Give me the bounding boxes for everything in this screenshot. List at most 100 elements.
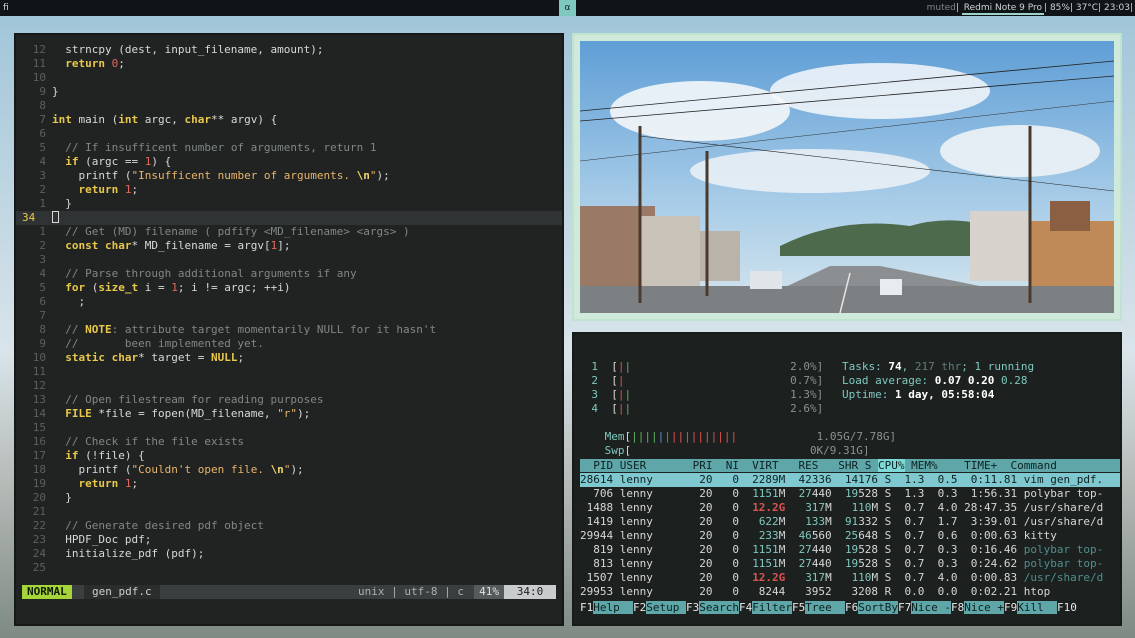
process-row[interactable]: 819 lenny 20 0 1151M 27440 19528 S 0.7 0… (580, 543, 1120, 557)
code-line[interactable]: 5 for (size_t i = 1; i != argc; ++i) (16, 281, 562, 295)
code-text[interactable] (52, 211, 59, 225)
fkey-label[interactable]: Kill (1017, 601, 1057, 614)
code-line[interactable]: 7 (16, 309, 562, 323)
workspace-label[interactable]: fi (3, 0, 9, 16)
code-line[interactable]: 1 } (16, 197, 562, 211)
code-text[interactable]: // been implemented yet. (52, 337, 264, 351)
code-line[interactable]: 3 printf ("Insufficent number of argumen… (16, 169, 562, 183)
code-text[interactable]: printf ("Insufficent number of arguments… (52, 169, 389, 183)
code-line[interactable]: 17 if (!file) { (16, 449, 562, 463)
code-line[interactable]: 1 // Get (MD) filename ( pdfify <MD_file… (16, 225, 562, 239)
htop-window[interactable]: 1 [|| 2.0%] 2 [| 0.7%] 3 [|| 1.3%] 4 [|| 2.… (572, 332, 1122, 626)
code-line[interactable]: 10 static char* target = NULL; (16, 351, 562, 365)
code-line[interactable]: 7 int main (int argc, char** argv) { (16, 113, 562, 127)
code-line[interactable]: 4 // Parse through additional arguments … (16, 267, 562, 281)
code-text[interactable]: // Open filestream for reading purposes (52, 393, 323, 407)
fkey-label[interactable]: Search (699, 601, 739, 614)
code-line[interactable]: 22 // Generate desired pdf object (16, 519, 562, 533)
fkey-label[interactable]: Setup (646, 601, 686, 614)
process-row[interactable]: 706 lenny 20 0 1151M 27440 19528 S 1.3 0… (580, 487, 1120, 501)
fkey-label[interactable]: Nice + (964, 601, 1004, 614)
code-text[interactable]: return 0; (52, 57, 125, 71)
code-line[interactable]: 9 // been implemented yet. (16, 337, 562, 351)
code-line[interactable]: 14 FILE *file = fopen(MD_filename, "r"); (16, 407, 562, 421)
code-line[interactable]: 15 (16, 421, 562, 435)
process-row[interactable]: 1488 lenny 20 0 12.2G 317M 110M S 0.7 4.… (580, 501, 1120, 515)
code-text[interactable]: ; (52, 295, 85, 309)
code-text[interactable]: for (size_t i = 1; i != argc; ++i) (52, 281, 290, 295)
code-text[interactable]: // Generate desired pdf object (52, 519, 264, 533)
image-viewer-window[interactable] (572, 33, 1122, 321)
code-line[interactable]: 8 (16, 99, 562, 113)
process-row[interactable]: 1507 lenny 20 0 12.2G 317M 110M S 0.7 4.… (580, 571, 1120, 585)
code-line[interactable]: 24 initialize_pdf (pdf); (16, 547, 562, 561)
process-row[interactable]: 29944 lenny 20 0 233M 46560 25648 S 0.7 … (580, 529, 1120, 543)
code-line[interactable]: 2 const char* MD_filename = argv[1]; (16, 239, 562, 253)
process-row-selected[interactable]: 28614 lenny 20 0 2289M 42336 14176 S 1.3… (580, 473, 1120, 487)
code-text[interactable]: } (52, 491, 72, 505)
code-line[interactable]: 6 ; (16, 295, 562, 309)
code-line[interactable]: 19 return 1; (16, 477, 562, 491)
process-row[interactable]: 1419 lenny 20 0 622M 133M 91332 S 0.7 1.… (580, 515, 1120, 529)
fkey-f9[interactable]: F9 (1004, 601, 1017, 614)
code-text[interactable]: // Parse through additional arguments if… (52, 267, 356, 281)
code-text[interactable]: if (!file) { (52, 449, 144, 463)
code-line[interactable]: 11 (16, 365, 562, 379)
code-line[interactable]: 11 return 0; (16, 57, 562, 71)
code-text[interactable]: if (argc == 1) { (52, 155, 171, 169)
code-line[interactable]: 20 } (16, 491, 562, 505)
code-line[interactable]: 18 printf ("Couldn't open file. \n"); (16, 463, 562, 477)
code-line[interactable]: 5 // If insufficent number of arguments,… (16, 141, 562, 155)
code-text[interactable]: } (52, 197, 72, 211)
fkey-f6[interactable]: F6 (845, 601, 858, 614)
code-text[interactable]: strncpy (dest, input_filename, amount); (52, 43, 323, 57)
process-row[interactable]: 29953 lenny 20 0 8244 3952 3208 R 0.0 0.… (580, 585, 1120, 599)
code-text[interactable]: FILE *file = fopen(MD_filename, "r"); (52, 407, 310, 421)
fkey-label[interactable]: Nice - (911, 601, 951, 614)
code-text[interactable]: return 1; (52, 183, 139, 197)
code-line[interactable]: 10 (16, 71, 562, 85)
code-line[interactable]: 16 // Check if the file exists (16, 435, 562, 449)
code-line[interactable]: 25 (16, 561, 562, 575)
code-line[interactable]: 6 (16, 127, 562, 141)
code-line[interactable]: 13 // Open filestream for reading purpos… (16, 393, 562, 407)
volume-status[interactable]: muted (927, 3, 956, 13)
fkey-f7[interactable]: F7 (898, 601, 911, 614)
code-line-current[interactable]: 34 (16, 211, 562, 225)
fkey-label[interactable]: Filter (752, 601, 792, 614)
fkey-f2[interactable]: F2 (633, 601, 646, 614)
code-text[interactable]: // Check if the file exists (52, 435, 244, 449)
fkey-f8[interactable]: F8 (951, 601, 964, 614)
code-line[interactable]: 23 HPDF_Doc pdf; (16, 533, 562, 547)
code-text[interactable]: // Get (MD) filename ( pdfify <MD_filena… (52, 225, 409, 239)
fkey-f3[interactable]: F3 (686, 601, 699, 614)
code-text[interactable]: int main (int argc, char** argv) { (52, 113, 277, 127)
fkey-label[interactable]: Tree (805, 601, 845, 614)
code-text[interactable]: } (52, 85, 59, 99)
code-text[interactable]: HPDF_Doc pdf; (52, 533, 151, 547)
layout-indicator[interactable]: α (559, 0, 576, 16)
fkey-f10[interactable]: F10 (1057, 601, 1077, 614)
fkey-f1[interactable]: F1 (580, 601, 593, 614)
code-line[interactable]: 4 if (argc == 1) { (16, 155, 562, 169)
code-text[interactable]: // If insufficent number of arguments, r… (52, 141, 376, 155)
code-text[interactable]: const char* MD_filename = argv[1]; (52, 239, 290, 253)
process-row[interactable]: 813 lenny 20 0 1151M 27440 19528 S 0.7 0… (580, 557, 1120, 571)
code-text[interactable]: static char* target = NULL; (52, 351, 244, 365)
code-line[interactable]: 9} (16, 85, 562, 99)
fkey-label[interactable]: Help (593, 601, 633, 614)
code-line[interactable]: 21 (16, 505, 562, 519)
code-text[interactable]: printf ("Couldn't open file. \n"); (52, 463, 303, 477)
fkey-f4[interactable]: F4 (739, 601, 752, 614)
code-line[interactable]: 12 strncpy (dest, input_filename, amount… (16, 43, 562, 57)
sort-column-cpu[interactable]: CPU% (878, 459, 905, 472)
code-line[interactable]: 3 (16, 253, 562, 267)
code-text[interactable]: // NOTE: attribute target momentarily NU… (52, 323, 436, 337)
process-table-header[interactable]: PID USER PRI NI VIRT RES SHR S CPU% MEM%… (580, 459, 1120, 472)
code-text[interactable]: return 1; (52, 477, 139, 491)
fkey-label[interactable]: SortBy (858, 601, 898, 614)
vim-editor-window[interactable]: 12 strncpy (dest, input_filename, amount… (14, 33, 564, 626)
code-text[interactable]: initialize_pdf (pdf); (52, 547, 204, 561)
code-line[interactable]: 8 // NOTE: attribute target momentarily … (16, 323, 562, 337)
fkey-f5[interactable]: F5 (792, 601, 805, 614)
